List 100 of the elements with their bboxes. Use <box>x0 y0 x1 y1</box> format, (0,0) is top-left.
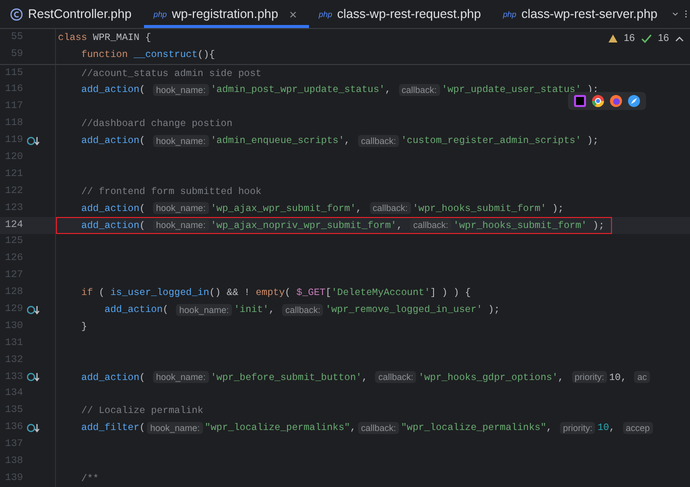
implementation-icon[interactable] <box>26 136 40 146</box>
code-token: add_filter <box>80 422 140 434</box>
code-token: 10, <box>609 372 628 383</box>
tab-label: class-wp-rest-request.php <box>337 7 481 21</box>
code-token: ( <box>139 84 146 96</box>
code-token: ] ) ) { <box>430 287 471 298</box>
parameter-hint: callback: <box>370 202 411 214</box>
code-token: 'init' <box>234 304 269 315</box>
code-token: function <box>80 49 129 60</box>
code-token: ( <box>139 135 146 146</box>
check-count[interactable]: 16 <box>658 33 669 44</box>
code-token: , <box>609 422 616 434</box>
code-token: , <box>344 135 352 146</box>
parameter-hint: callback: <box>410 219 452 232</box>
tab-label: wp-registration.php <box>172 7 278 21</box>
code-token: ( <box>284 287 292 298</box>
code-token: , <box>384 84 392 96</box>
implementation-icon[interactable] <box>26 304 40 314</box>
chevron-up-icon[interactable] <box>675 36 684 42</box>
code-token: ); <box>487 304 500 315</box>
code-token: 'wpr_remove_logged_in_user' <box>325 304 482 315</box>
parameter-hint: hook_name: <box>153 219 209 232</box>
code-token: ( <box>162 304 170 315</box>
code-token: /** <box>80 472 99 484</box>
close-icon[interactable]: × <box>289 6 297 22</box>
editor-tab[interactable]: php class-wp-rest-server.php <box>492 0 670 28</box>
code-token: add_action <box>80 372 140 383</box>
code-token: //dashboard change postion <box>80 118 232 130</box>
compass-icon[interactable] <box>628 95 640 107</box>
code-token: 'wpr_hooks_submit_form' <box>453 220 587 231</box>
code-token: add_action <box>80 135 140 146</box>
php-file-icon: php <box>154 10 167 18</box>
code-token: , <box>350 422 356 434</box>
warning-count[interactable]: 16 <box>624 33 635 44</box>
code-token: () && ! <box>209 287 251 298</box>
code-token: add_action <box>80 202 140 214</box>
code-token: 'wpr_hooks_gdpr_options' <box>418 372 558 383</box>
parameter-hint: hook_name: <box>147 422 203 434</box>
editor-tab[interactable]: php class-wp-rest-request.php <box>308 0 493 28</box>
code-token: ( <box>139 202 146 214</box>
code-token: , <box>558 372 565 383</box>
code-token: "wpr_localize_permalinks" <box>400 422 546 434</box>
code-token: , <box>396 220 404 231</box>
code-token: 'wpr_before_submit_button' <box>210 372 362 383</box>
code-token: add_action <box>80 84 140 96</box>
code-token: , <box>546 422 554 434</box>
parameter-hint: ac <box>634 371 650 384</box>
code-token: , <box>268 304 276 315</box>
parameter-hint: callback: <box>375 371 416 384</box>
code-token: [ <box>326 287 332 298</box>
parameter-hint: hook_name: <box>153 134 209 147</box>
implementation-icon[interactable] <box>26 422 40 433</box>
code-token: "wpr_localize_permalinks" <box>204 422 350 434</box>
code-token: ( <box>139 220 146 231</box>
parameter-hint: hook_name: <box>153 84 209 96</box>
browser-icon[interactable] <box>592 95 604 107</box>
parameter-hint: hook_name: <box>176 304 232 316</box>
code-token: __construct <box>134 49 198 60</box>
code-token: // Localize permalink <box>80 405 204 416</box>
code-token: empty <box>256 287 285 298</box>
code-token: 'wp_ajax_wpr_submit_form' <box>210 202 356 214</box>
check-icon <box>640 34 652 43</box>
code-token: add_action <box>80 220 140 231</box>
code-token: ); <box>586 135 599 146</box>
code-token: WPR_MAIN { <box>92 32 152 44</box>
code-token: 'custom_register_admin_scripts' <box>400 135 582 146</box>
php-file-icon: php <box>502 10 516 18</box>
class-icon <box>10 8 23 20</box>
warning-icon <box>608 34 618 43</box>
line-number: 124 <box>4 220 23 231</box>
editor-tab[interactable]: RestController.php <box>0 0 144 28</box>
parameter-hint: hook_name: <box>153 371 209 384</box>
parameter-hint: callback: <box>282 304 324 316</box>
code-token: 'admin_enqueue_scripts' <box>210 135 344 146</box>
ide-icon[interactable] <box>574 95 586 107</box>
parameter-hint: accep <box>622 422 653 434</box>
implementation-icon[interactable] <box>26 372 40 382</box>
tab-label: RestController.php <box>28 7 132 21</box>
code-token: class <box>58 32 88 44</box>
code-token: 10 <box>597 422 610 434</box>
code-token: , <box>362 372 369 383</box>
code-token: is_user_logged_in <box>110 287 210 298</box>
parameter-hint: callback: <box>398 84 440 96</box>
code-token: } <box>80 320 88 332</box>
code-token: if <box>80 287 93 298</box>
code-token: 'wpr_hooks_submit_form' <box>412 202 546 214</box>
code-token: ( <box>139 422 146 434</box>
code-token: ( <box>139 372 146 383</box>
tab-label: class-wp-rest-server.php <box>521 7 658 21</box>
parameter-hint: callback: <box>358 134 399 147</box>
code-token: , <box>356 202 363 214</box>
code-token: $_GET <box>296 287 326 298</box>
parameter-hint: callback: <box>358 422 399 434</box>
code-token: (){ <box>198 49 215 60</box>
code-token: 'admin_post_wpr_update_status' <box>210 84 385 96</box>
code-token: 'DeleteMyAccount' <box>331 287 430 298</box>
parameter-hint: priority: <box>572 371 608 384</box>
code-token: ); <box>592 220 604 231</box>
code-token: 'wp_ajax_nopriv_wpr_submit_form' <box>210 220 397 231</box>
editor-tab[interactable]: php wp-registration.php × <box>144 0 309 28</box>
